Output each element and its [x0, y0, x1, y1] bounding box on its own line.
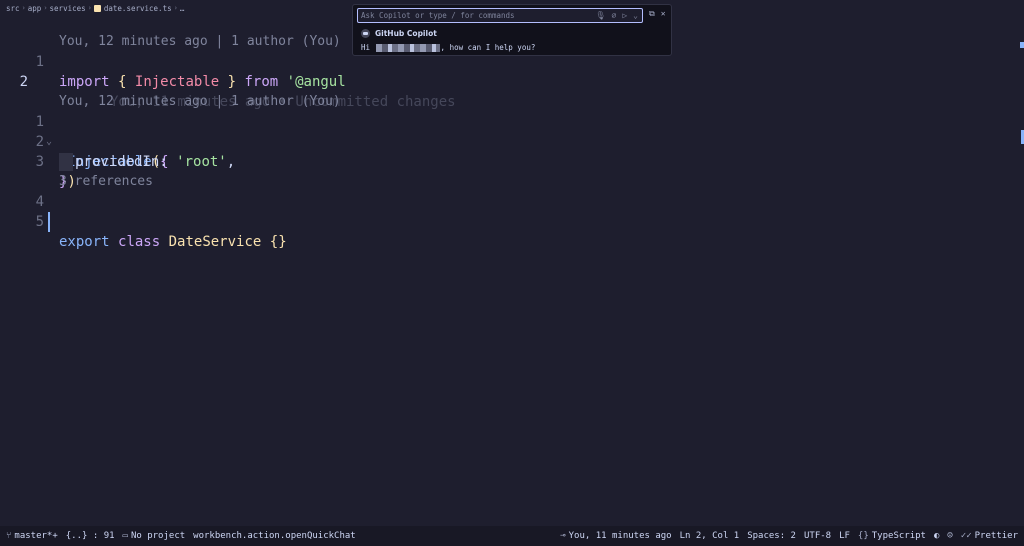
- language-mode-item[interactable]: {} TypeScript: [858, 531, 926, 541]
- double-check-icon: ✓✓: [960, 531, 972, 541]
- chevron-right-icon: ›: [43, 4, 48, 12]
- code-line-4[interactable]: 2 providedIn: 'root',: [0, 112, 235, 171]
- code-line-3[interactable]: 1 ⌄ @Injectable({: [0, 92, 169, 170]
- last-command-item[interactable]: workbench.action.openQuickChat: [193, 531, 356, 541]
- quick-chat-input[interactable]: [361, 11, 596, 20]
- code-line-2[interactable]: 2 You, 11 minutes ago • Uncommitted chan…: [0, 52, 456, 110]
- chevron-right-icon: ›: [87, 4, 92, 12]
- copilot-quick-chat: 🎙︎ ⌀ ▷ ⌄ ⧉ ✕ GitHub Copilot Hi , how can…: [352, 4, 672, 56]
- chevron-down-icon[interactable]: ⌄: [633, 11, 638, 20]
- scrollbar-marker: [1020, 42, 1024, 48]
- quick-chat-input-box[interactable]: 🎙︎ ⌀ ▷ ⌄: [357, 8, 643, 23]
- line-number: 5: [35, 214, 44, 230]
- send-icon[interactable]: ▷: [622, 11, 627, 20]
- codelens-references[interactable]: 3 references: [0, 152, 153, 189]
- code-line-1[interactable]: 1 import { Injectable } from '@angul: [0, 32, 346, 90]
- braces-icon: {}: [857, 531, 869, 541]
- code-line-5[interactable]: 3 }): [0, 132, 76, 190]
- folder-icon: ▭: [122, 531, 128, 541]
- chevron-right-icon: ›: [173, 4, 178, 12]
- theme-icon[interactable]: ◐: [934, 531, 939, 541]
- code-line-6[interactable]: 4 export class DateService {}: [0, 172, 287, 250]
- indent-guide: [59, 153, 73, 171]
- git-commit-icon: ⊸: [560, 531, 566, 541]
- close-icon[interactable]: ✕: [661, 9, 666, 19]
- fold-chevron-icon[interactable]: ⌄: [46, 132, 52, 152]
- open-in-chat-icon[interactable]: ⧉: [649, 9, 655, 19]
- problems-item[interactable]: {..} : 91: [66, 531, 115, 541]
- cursor-position-item[interactable]: Ln 2, Col 1: [680, 531, 740, 541]
- eol-item[interactable]: LF: [839, 531, 850, 541]
- code-editor[interactable]: You, 12 minutes ago | 1 author (You) 1 i…: [0, 12, 1024, 526]
- copilot-status-icon[interactable]: ☺: [947, 531, 952, 541]
- git-branch-item[interactable]: ⑂ master*+: [6, 531, 58, 541]
- quick-chat-greeting: Hi , how can I help you?: [361, 43, 536, 52]
- quick-chat-title: GitHub Copilot: [375, 29, 437, 38]
- git-branch-icon: ⑂: [6, 531, 12, 541]
- microphone-icon[interactable]: 🎙︎: [595, 11, 605, 20]
- encoding-item[interactable]: UTF-8: [804, 531, 831, 541]
- code-line-7[interactable]: 5: [0, 192, 44, 230]
- indentation-item[interactable]: Spaces: 2: [747, 531, 796, 541]
- copilot-icon: [361, 29, 370, 38]
- codelens-blame-class[interactable]: You, 12 minutes ago | 1 author (You): [0, 72, 341, 109]
- chevron-right-icon: ›: [21, 4, 26, 12]
- codelens-blame-top[interactable]: You, 12 minutes ago | 1 author (You): [0, 12, 341, 49]
- status-bar: ⑂ master*+ {..} : 91 ▭ No project workbe…: [0, 526, 1024, 546]
- git-blame-item[interactable]: ⊸ You, 11 minutes ago: [560, 531, 671, 541]
- project-item[interactable]: ▭ No project: [123, 531, 186, 541]
- redacted-username: [375, 43, 440, 52]
- modified-line-indicator: [48, 212, 50, 232]
- typescript-file-icon: [93, 4, 101, 12]
- attach-icon[interactable]: ⌀: [612, 11, 617, 20]
- prettier-item[interactable]: ✓✓ Prettier: [961, 531, 1018, 541]
